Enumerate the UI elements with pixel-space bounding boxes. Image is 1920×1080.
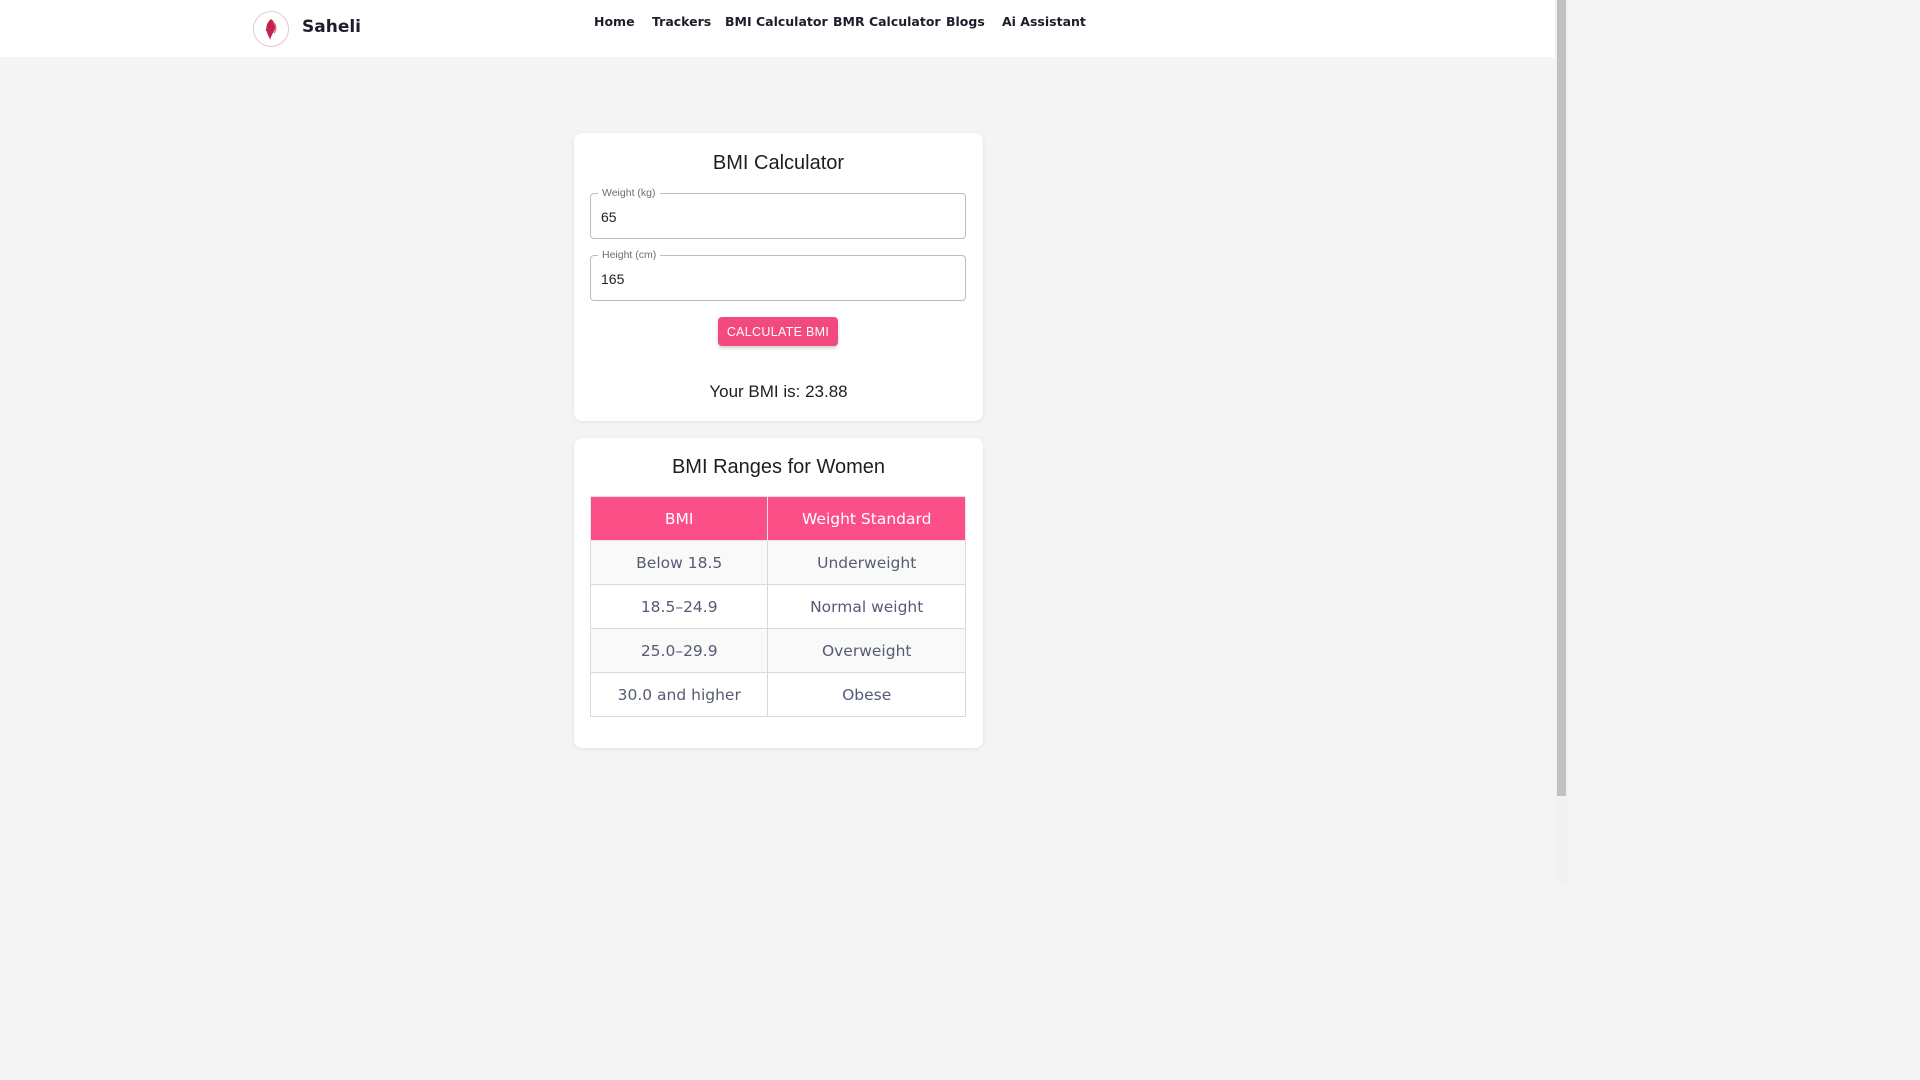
scrollbar-thumb[interactable] <box>1557 0 1566 796</box>
table-cell-standard: Obese <box>767 672 966 717</box>
bmi-ranges-table: BMI Weight Standard Below 18.5 Underweig… <box>589 496 966 717</box>
height-input[interactable] <box>601 269 951 289</box>
table-row: 18.5–24.9 Normal weight <box>589 584 966 629</box>
page-scrollbar[interactable] <box>1555 0 1568 882</box>
header-bmi: BMI <box>589 496 769 541</box>
height-label: Height (cm) <box>598 249 661 261</box>
saheli-logo-icon[interactable] <box>253 11 289 47</box>
height-field[interactable]: Height (cm) <box>590 249 966 301</box>
table-cell-standard: Underweight <box>767 540 966 585</box>
nav-link-bmr-calculator[interactable]: BMR Calculator <box>833 14 941 29</box>
table-cell-bmi: Below 18.5 <box>589 540 769 585</box>
bmi-ranges-card: BMI Ranges for Women BMI Weight Standard… <box>574 438 983 748</box>
bmi-result-text: Your BMI is: 23.88 <box>709 382 848 401</box>
calculate-bmi-button[interactable]: CALCULATE BMI <box>718 317 838 346</box>
table-row: 30.0 and higher Obese <box>589 672 966 717</box>
nav-link-bmi-calculator[interactable]: BMI Calculator <box>725 14 828 29</box>
table-cell-bmi: 25.0–29.9 <box>589 628 769 673</box>
header-weight-standard: Weight Standard <box>767 496 966 541</box>
table-cell-bmi: 18.5–24.9 <box>589 584 769 629</box>
weight-label: Weight (kg) <box>598 187 660 199</box>
table-cell-bmi: 30.0 and higher <box>589 672 769 717</box>
calculator-title: BMI Calculator <box>712 152 845 174</box>
nav-link-blogs[interactable]: Blogs <box>946 14 985 29</box>
bmi-calculator-card: BMI Calculator Weight (kg) Height (cm) C… <box>574 133 983 421</box>
table-cell-standard: Normal weight <box>767 584 966 629</box>
table-row: Below 18.5 Underweight <box>589 540 966 585</box>
ranges-title: BMI Ranges for Women <box>671 456 886 478</box>
nav-link-home[interactable]: Home <box>594 14 635 29</box>
weight-field[interactable]: Weight (kg) <box>590 187 966 239</box>
table-cell-standard: Overweight <box>767 628 966 673</box>
brand-name[interactable]: Saheli <box>302 17 361 37</box>
weight-input[interactable] <box>601 207 951 227</box>
top-navbar: Saheli Home Trackers BMI Calculator BMR … <box>0 0 1555 57</box>
nav-link-ai-assistant[interactable]: Ai Assistant <box>1002 14 1086 29</box>
table-header-row: BMI Weight Standard <box>589 496 966 541</box>
nav-link-trackers[interactable]: Trackers <box>652 14 711 29</box>
table-row: 25.0–29.9 Overweight <box>589 628 966 673</box>
